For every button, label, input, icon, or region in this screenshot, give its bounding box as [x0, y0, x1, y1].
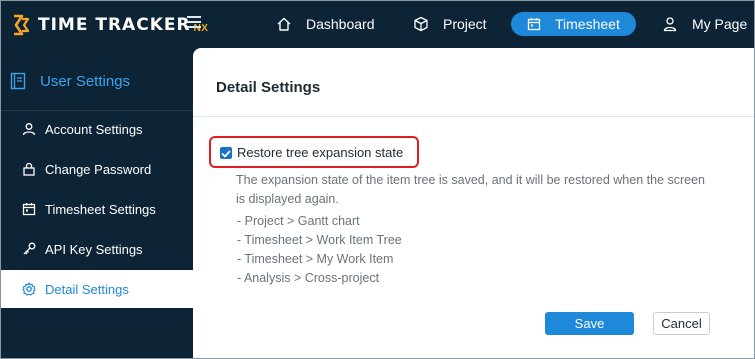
sidebar-item-timesheet-settings[interactable]: Timesheet Settings: [0, 190, 193, 228]
save-button[interactable]: Save: [545, 312, 634, 335]
top-bar: TIME TRACKER NX Dashboard Project Timesh…: [0, 0, 755, 48]
calendar-icon: [527, 18, 541, 31]
logo-text: TIME TRACKER: [38, 15, 191, 35]
gear-icon: [22, 282, 36, 296]
menu-toggle-icon[interactable]: [187, 16, 201, 30]
nav-timesheet-label: Timesheet: [555, 16, 620, 32]
person-icon: [663, 17, 677, 32]
sidebar-item-change-password[interactable]: Change Password: [0, 150, 193, 188]
sidebar-item-detail-settings[interactable]: Detail Settings: [0, 270, 193, 308]
nav-project[interactable]: Project: [413, 12, 487, 36]
title-divider: [193, 116, 755, 117]
sidebar-item-label: Detail Settings: [45, 281, 129, 297]
option-description: The expansion state of the item tree is …: [236, 173, 706, 206]
nav-dashboard-label: Dashboard: [306, 16, 375, 32]
checkmark-icon: [221, 150, 231, 158]
home-icon: [277, 17, 291, 31]
affected-screen-item: - Timesheet > Work Item Tree: [237, 233, 402, 247]
cube-icon: [414, 16, 428, 32]
sidebar: User Settings Account Settings Change Pa…: [0, 48, 193, 359]
restore-tree-checkbox[interactable]: [220, 147, 232, 159]
nav-dashboard[interactable]: Dashboard: [276, 12, 375, 36]
page-title: Detail Settings: [216, 79, 321, 96]
nav-mypage-label: My Page: [692, 16, 748, 32]
sidebar-item-api-key-settings[interactable]: API Key Settings: [0, 230, 193, 268]
book-icon: [10, 72, 26, 90]
key-icon: [23, 242, 36, 255]
sidebar-item-label: Change Password: [45, 161, 152, 177]
detail-settings-panel: Detail Settings Restore tree expansion s…: [193, 48, 755, 359]
lock-icon: [23, 162, 35, 176]
logo-icon: [14, 14, 30, 36]
affected-screen-item: - Analysis > Cross-project: [237, 271, 380, 285]
restore-tree-label[interactable]: Restore tree expansion state: [237, 145, 403, 160]
nav-timesheet[interactable]: Timesheet: [511, 12, 636, 36]
sidebar-item-label: Timesheet Settings: [45, 201, 156, 217]
sidebar-item-label: API Key Settings: [45, 241, 143, 257]
cancel-button[interactable]: Cancel: [653, 312, 710, 335]
affected-screen-item: - Timesheet > My Work Item: [237, 252, 394, 266]
app-logo[interactable]: TIME TRACKER NX: [10, 12, 208, 38]
nav-project-label: Project: [443, 16, 487, 32]
sidebar-item-account-settings[interactable]: Account Settings: [0, 110, 193, 148]
sidebar-item-label: Account Settings: [45, 121, 143, 137]
sidebar-title-label: User Settings: [40, 72, 131, 90]
sidebar-title: User Settings: [10, 72, 130, 90]
calendar-icon: [22, 203, 36, 216]
person-icon: [22, 123, 36, 136]
affected-screen-item: - Project > Gantt chart: [237, 214, 360, 228]
nav-mypage[interactable]: My Page: [662, 12, 747, 36]
